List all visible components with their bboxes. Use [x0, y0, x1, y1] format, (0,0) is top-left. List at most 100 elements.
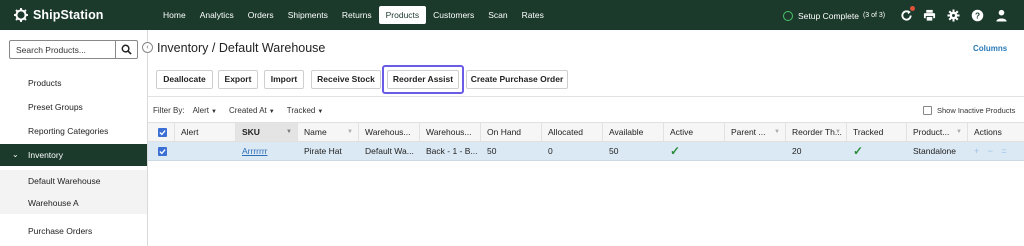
- notification-dot: [910, 6, 915, 11]
- show-inactive-toggle[interactable]: Show Inactive Products: [923, 105, 1015, 116]
- filter-created-at-dropdown[interactable]: Created At ▼: [229, 106, 275, 115]
- cell-on-hand: 50: [487, 146, 497, 156]
- column-filter-icon[interactable]: ▼: [835, 129, 841, 135]
- sidebar-item-products[interactable]: Products: [0, 72, 147, 94]
- nav-returns[interactable]: Returns: [335, 6, 379, 24]
- search-icon: [121, 44, 132, 55]
- column-filter-icon[interactable]: ▼: [774, 129, 780, 135]
- sidebar-item-reporting-categories[interactable]: Reporting Categories: [0, 120, 147, 142]
- cell-actions: + − =: [968, 142, 1024, 160]
- nav-rates[interactable]: Rates: [515, 6, 551, 24]
- columns-link[interactable]: Columns: [973, 44, 1007, 53]
- col-header-available[interactable]: Available: [603, 123, 664, 141]
- select-all-cell: [148, 123, 175, 141]
- sidebar-item-label: Inventory: [28, 150, 63, 160]
- cell-available: 50: [609, 146, 619, 156]
- help-icon[interactable]: ?: [970, 8, 984, 22]
- select-all-checkbox[interactable]: [158, 127, 167, 137]
- logo-text: ShipStation: [33, 8, 104, 22]
- caret-down-icon: ▼: [268, 108, 275, 115]
- product-search: [9, 40, 138, 59]
- import-button[interactable]: Import: [264, 70, 304, 89]
- row-action-icons[interactable]: + − =: [974, 146, 1010, 156]
- sidebar-item-warehouse-a[interactable]: Warehouse A: [0, 192, 147, 214]
- nav-scan[interactable]: Scan: [481, 6, 514, 24]
- cell-parent: [725, 142, 786, 160]
- svg-text:?: ?: [974, 10, 979, 20]
- search-button[interactable]: [115, 41, 137, 58]
- show-inactive-checkbox[interactable]: [923, 106, 932, 115]
- row-checkbox[interactable]: [158, 146, 167, 156]
- nav-home[interactable]: Home: [156, 6, 193, 24]
- table-row[interactable]: Arrrrrrr Pirate Hat Default Wa... Back -…: [148, 142, 1024, 161]
- setup-ring-icon: [783, 10, 793, 21]
- nav-analytics[interactable]: Analytics: [193, 6, 241, 24]
- sort-icon[interactable]: ▼: [286, 129, 292, 135]
- cell-tracked: ✓: [847, 142, 907, 160]
- chevron-down-icon: ⌄: [12, 150, 19, 159]
- column-filter-icon[interactable]: ▼: [956, 129, 962, 135]
- setup-status[interactable]: Setup Complete (3 of 3): [783, 9, 885, 22]
- filter-bar: Filter By: Alert ▼ Created At ▼ Tracked ▼: [153, 104, 335, 116]
- sku-link[interactable]: Arrrrrrr: [242, 146, 267, 156]
- active-check-icon: ✓: [670, 144, 681, 158]
- sidebar-item-purchase-orders[interactable]: Purchase Orders: [0, 220, 147, 242]
- cell-location: Back - 1 - B...: [426, 146, 478, 156]
- filter-created-at-label: Created At: [228, 105, 267, 115]
- nav-customers[interactable]: Customers: [426, 6, 481, 24]
- filter-label: Filter By:: [153, 105, 185, 115]
- gear-icon[interactable]: [946, 8, 960, 22]
- cell-reorder-threshold: 20: [792, 146, 802, 156]
- grid-empty-area: [148, 162, 1024, 246]
- sidebar-item-default-warehouse[interactable]: Default Warehouse: [0, 170, 147, 192]
- caret-down-icon: ▼: [317, 108, 324, 115]
- reorder-assist-highlight: [382, 65, 464, 94]
- col-header-allocated[interactable]: Allocated: [542, 123, 603, 141]
- nav-products[interactable]: Products: [378, 6, 427, 24]
- col-header-product-type[interactable]: Product... ▼: [907, 123, 968, 141]
- col-header-parent[interactable]: Parent ... ▼: [725, 123, 786, 141]
- cell-allocated: 0: [548, 146, 553, 156]
- col-header-warehouse-location[interactable]: Warehous...: [420, 123, 481, 141]
- sidebar-item-preset-groups[interactable]: Preset Groups: [0, 96, 147, 118]
- create-purchase-order-button[interactable]: Create Purchase Order: [466, 70, 568, 89]
- filter-alert-dropdown[interactable]: Alert ▼: [193, 106, 217, 115]
- main-nav: Home Analytics Orders Shipments Returns …: [156, 6, 551, 24]
- col-header-sku[interactable]: SKU ▼: [236, 123, 298, 141]
- toolbar-divider: [148, 96, 1024, 97]
- cell-name: Pirate Hat: [304, 146, 342, 156]
- col-header-alert[interactable]: Alert: [175, 123, 236, 141]
- filter-tracked-dropdown[interactable]: Tracked ▼: [287, 106, 324, 115]
- shipstation-gear-icon: [14, 8, 28, 22]
- collapse-sidebar-icon[interactable]: ‹: [142, 42, 153, 53]
- export-button[interactable]: Export: [218, 70, 258, 89]
- caret-down-icon: ▼: [211, 108, 217, 115]
- col-header-reorder-threshold[interactable]: Reorder Th... ▼: [786, 123, 847, 141]
- filter-tracked-label: Tracked: [286, 105, 316, 115]
- nav-orders[interactable]: Orders: [241, 6, 281, 24]
- logo[interactable]: ShipStation: [14, 7, 104, 23]
- col-header-tracked[interactable]: Tracked: [847, 123, 907, 141]
- printer-icon[interactable]: [922, 8, 936, 22]
- refresh-notification-icon[interactable]: [899, 6, 915, 22]
- nav-shipments[interactable]: Shipments: [281, 6, 335, 24]
- cell-alert: [175, 142, 236, 160]
- tracked-check-icon: ✓: [853, 144, 864, 158]
- col-header-active[interactable]: Active: [664, 123, 725, 141]
- col-header-actions: Actions: [974, 127, 1002, 137]
- col-header-warehouse[interactable]: Warehous...: [359, 123, 420, 141]
- col-header-product-type-label: Product...: [913, 127, 950, 137]
- cell-warehouse: Default Wa...: [365, 146, 414, 156]
- column-filter-icon[interactable]: ▼: [347, 129, 353, 135]
- col-header-name[interactable]: Name ▼: [298, 123, 359, 141]
- user-icon[interactable]: [994, 8, 1008, 22]
- grid-header: Alert SKU ▼ Name ▼ Warehous... Warehous...…: [148, 122, 1024, 142]
- sidebar-item-inventory[interactable]: ⌄ Inventory: [0, 144, 147, 166]
- col-header-on-hand[interactable]: On Hand: [481, 123, 542, 141]
- receive-stock-button[interactable]: Receive Stock: [311, 70, 381, 89]
- show-inactive-label: Show Inactive Products: [937, 106, 1016, 115]
- deallocate-button[interactable]: Deallocate: [156, 70, 213, 89]
- filter-alert-label: Alert: [192, 105, 210, 115]
- col-header-sku-label: SKU: [242, 127, 260, 137]
- search-input[interactable]: [10, 41, 116, 58]
